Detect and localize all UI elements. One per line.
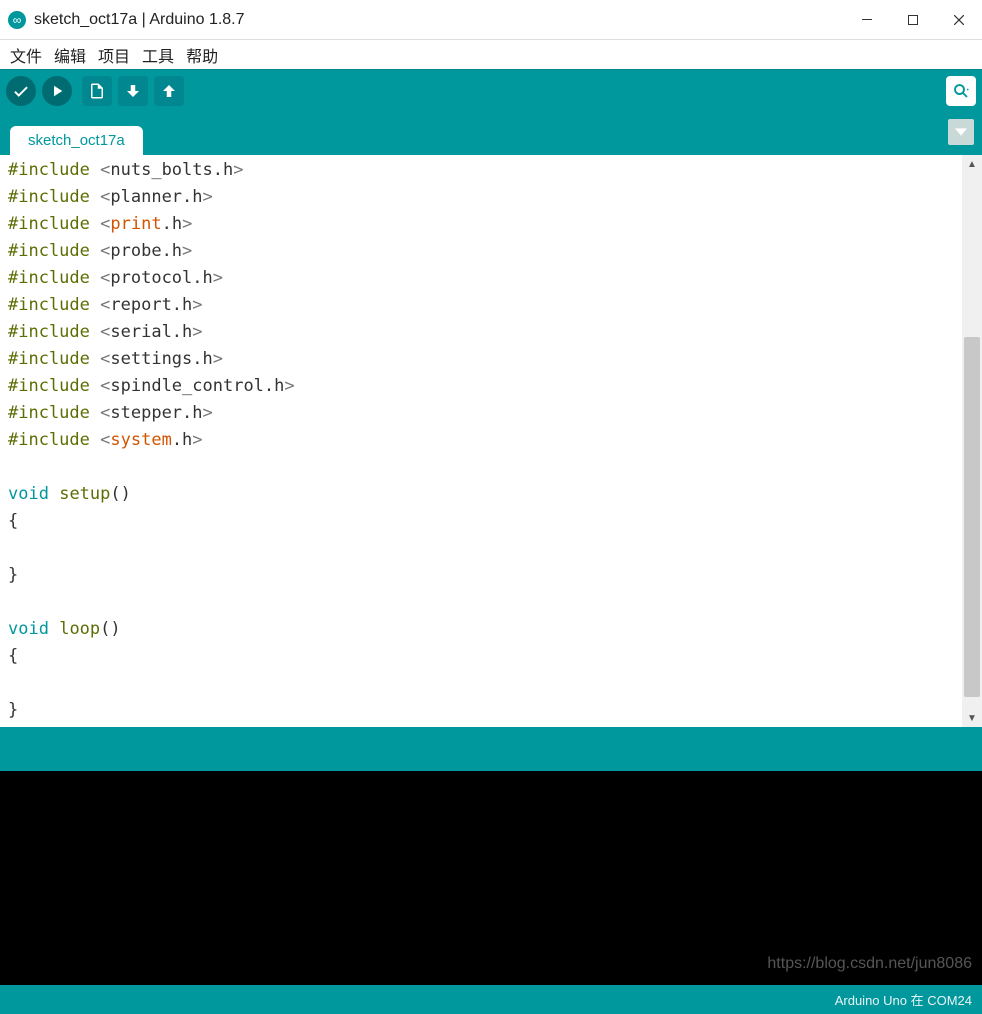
scroll-thumb[interactable]: [964, 337, 980, 697]
editor-area: #include <nuts_bolts.h> #include <planne…: [0, 155, 982, 727]
window-title: sketch_oct17a | Arduino 1.8.7: [34, 11, 245, 29]
menu-file[interactable]: 文件: [4, 41, 48, 69]
menu-sketch[interactable]: 项目: [92, 41, 136, 69]
tab-bar: sketch_oct17a: [0, 111, 982, 155]
tab-menu-button[interactable]: [948, 119, 974, 145]
minimize-button[interactable]: [844, 0, 890, 40]
menu-tools[interactable]: 工具: [136, 41, 180, 69]
maximize-button[interactable]: [890, 0, 936, 40]
window-titlebar: sketch_oct17a | Arduino 1.8.7: [0, 0, 982, 40]
vertical-scrollbar[interactable]: ▲ ▼: [962, 155, 982, 727]
scroll-down-icon[interactable]: ▼: [962, 709, 982, 727]
watermark-text: https://blog.csdn.net/jun8086: [767, 955, 972, 973]
toolbar: [0, 69, 982, 111]
close-button[interactable]: [936, 0, 982, 40]
status-bar: [0, 727, 982, 771]
open-button[interactable]: [118, 76, 148, 106]
verify-button[interactable]: [6, 76, 36, 106]
console-output[interactable]: https://blog.csdn.net/jun8086: [0, 771, 982, 985]
code-editor[interactable]: #include <nuts_bolts.h> #include <planne…: [0, 155, 962, 727]
serial-monitor-button[interactable]: [946, 76, 976, 106]
save-button[interactable]: [154, 76, 184, 106]
arduino-logo-icon: [8, 11, 26, 29]
tab-active[interactable]: sketch_oct17a: [10, 126, 143, 155]
menu-bar: 文件 编辑 项目 工具 帮助: [0, 40, 982, 69]
menu-help[interactable]: 帮助: [180, 41, 224, 69]
menu-edit[interactable]: 编辑: [48, 41, 92, 69]
scroll-up-icon[interactable]: ▲: [962, 155, 982, 173]
footer-bar: Arduino Uno 在 COM24: [0, 985, 982, 1014]
new-button[interactable]: [82, 76, 112, 106]
upload-button[interactable]: [42, 76, 72, 106]
board-info: Arduino Uno 在 COM24: [835, 990, 972, 1009]
window-controls: [844, 0, 982, 40]
